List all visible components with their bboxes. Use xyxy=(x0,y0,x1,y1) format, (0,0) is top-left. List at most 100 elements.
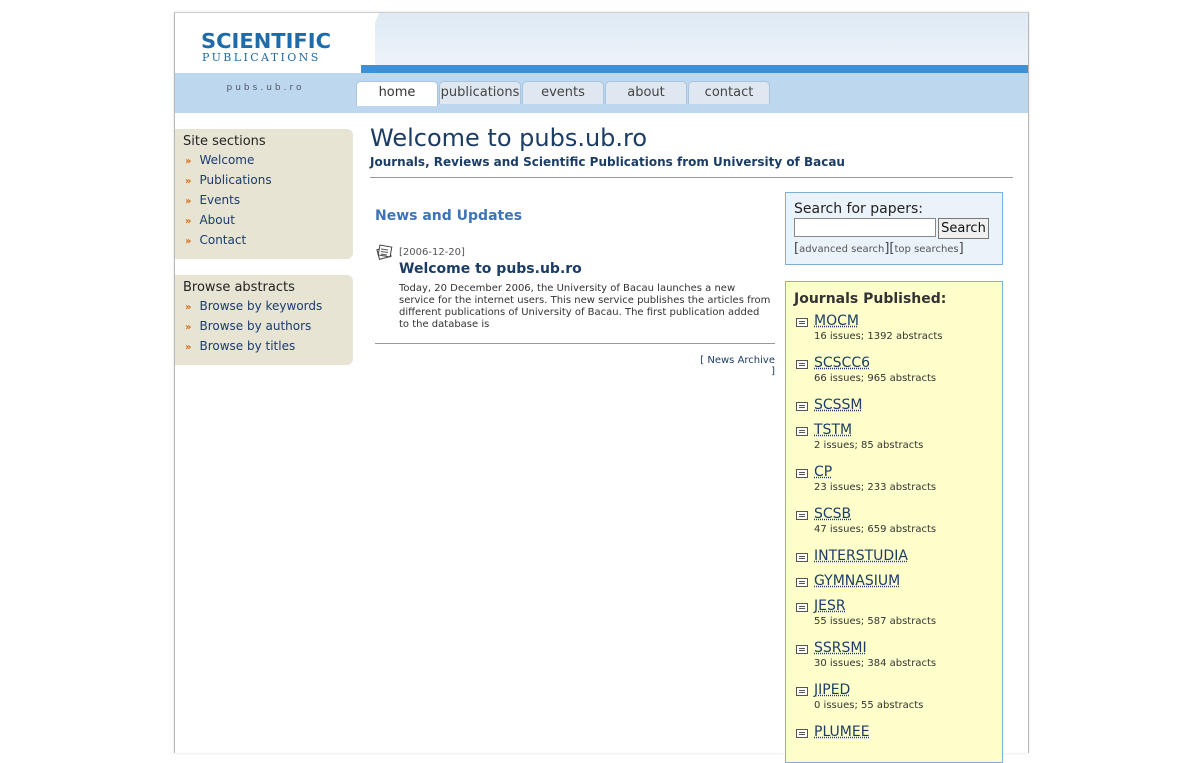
journal-item: SCSSM xyxy=(786,396,1002,421)
journal-item: PLUMEE xyxy=(786,723,1002,748)
journal-item: TSTM 2 issues; 85 abstracts xyxy=(786,421,1002,463)
journal-link[interactable]: SSRSMI xyxy=(814,639,1002,657)
page-subtitle: Journals, Reviews and Scientific Publica… xyxy=(370,155,845,169)
bullet-icon: » xyxy=(185,156,192,167)
journal-item: JESR 55 issues; 587 abstracts xyxy=(786,597,1002,639)
logo[interactable]: SCIENTIFIC PUBLICATIONS xyxy=(175,13,375,73)
journal-link[interactable]: JIPED xyxy=(814,681,1002,699)
news-divider xyxy=(375,343,775,344)
site-header: SCIENTIFIC PUBLICATIONS pubs.ub.ro home … xyxy=(175,13,1028,113)
browse-by-titles-link[interactable]: Browse by titles xyxy=(199,339,295,353)
sidebar-item-authors: » Browse by authors xyxy=(175,317,353,337)
page: SCIENTIFIC PUBLICATIONS pubs.ub.ro home … xyxy=(174,12,1029,763)
sidebar-item-titles: » Browse by titles xyxy=(175,337,353,357)
logo-subtitle: PUBLICATIONS xyxy=(202,51,321,64)
advanced-search-link[interactable]: advanced search xyxy=(799,244,884,255)
site-sections-box: Site sections » Welcome » Publications » Ev… xyxy=(175,129,353,259)
bracket-close: ] xyxy=(771,366,775,377)
journal-item: INTERSTUDIA xyxy=(786,547,1002,572)
sidebar-item-about: » About xyxy=(175,211,353,231)
journal-link[interactable]: MOCM xyxy=(814,312,1002,330)
sidebar-link-publications[interactable]: Publications xyxy=(199,173,271,187)
journal-stats: 30 issues; 384 abstracts xyxy=(814,658,937,669)
sidebar-link-welcome[interactable]: Welcome xyxy=(199,153,254,167)
journal-link[interactable]: TSTM xyxy=(814,421,1002,439)
journal-link[interactable]: PLUMEE xyxy=(814,723,1002,741)
journal-item: GYMNASIUM xyxy=(786,572,1002,597)
journal-link[interactable]: JESR xyxy=(814,597,1002,615)
journal-item: SCSB 47 issues; 659 abstracts xyxy=(786,505,1002,547)
journal-icon xyxy=(796,360,808,369)
title-divider xyxy=(370,177,1013,178)
journal-link[interactable]: SCSB xyxy=(814,505,1002,523)
search-box: Search for papers: Search [advanced sear… xyxy=(785,192,1003,265)
tab-contact[interactable]: contact xyxy=(688,81,770,104)
sidebar-item-contact: » Contact xyxy=(175,231,353,251)
journal-list: MOCM 16 issues; 1392 abstracts SCSCC6 66 i… xyxy=(786,312,1002,748)
search-links: [advanced search][top searches] xyxy=(794,241,964,256)
news-title-link[interactable]: Welcome to pubs.ub.ro xyxy=(399,261,582,277)
journal-icon xyxy=(796,645,808,654)
news-heading: News and Updates xyxy=(375,208,523,224)
search-input[interactable] xyxy=(794,218,936,237)
site-sections-list: » Welcome » Publications » Events » About » C… xyxy=(175,151,353,251)
journal-item: JIPED 0 issues; 55 abstracts xyxy=(786,681,1002,723)
journal-icon xyxy=(796,427,808,436)
sidebar-item-events: » Events xyxy=(175,191,353,211)
news-archive-link[interactable]: News Archive xyxy=(707,355,775,366)
top-searches-link[interactable]: top searches xyxy=(895,244,959,255)
journals-heading: Journals Published: xyxy=(794,291,947,307)
journal-item: SSRSMI 30 issues; 384 abstracts xyxy=(786,639,1002,681)
news-date: [2006-12-20] xyxy=(399,247,465,258)
journal-link[interactable]: SCSSM xyxy=(814,396,1002,414)
browse-by-keywords-link[interactable]: Browse by keywords xyxy=(199,299,322,313)
journal-item: CP 23 issues; 233 abstracts xyxy=(786,463,1002,505)
news-body: Today, 20 December 2006, the University … xyxy=(399,283,771,330)
sidebar-item-keywords: » Browse by keywords xyxy=(175,297,353,317)
journal-item: SCSCC6 66 issues; 965 abstracts xyxy=(786,354,1002,396)
tab-home[interactable]: home xyxy=(356,81,438,106)
journal-link[interactable]: GYMNASIUM xyxy=(814,572,1002,590)
browse-abstracts-heading: Browse abstracts xyxy=(183,280,295,295)
search-button[interactable]: Search xyxy=(938,218,989,239)
sidebar-item-publications: » Publications xyxy=(175,171,353,191)
sidebar-item-welcome: » Welcome xyxy=(175,151,353,171)
tab-events[interactable]: events xyxy=(522,81,604,104)
journal-icon xyxy=(796,511,808,520)
journal-icon xyxy=(796,469,808,478)
journal-icon xyxy=(796,318,808,327)
journal-link[interactable]: CP xyxy=(814,463,1002,481)
bullet-icon: » xyxy=(185,176,192,187)
bullet-icon: » xyxy=(185,216,192,227)
journal-icon xyxy=(796,578,808,587)
journals-box: Journals Published: MOCM 16 issues; 1392 … xyxy=(785,281,1003,763)
bracket-close: ] xyxy=(958,241,964,256)
sidebar-link-contact[interactable]: Contact xyxy=(199,233,246,247)
journal-stats: 16 issues; 1392 abstracts xyxy=(814,331,943,342)
journal-stats: 47 issues; 659 abstracts xyxy=(814,524,937,535)
newspaper-icon xyxy=(376,244,393,260)
sidebar-link-about[interactable]: About xyxy=(199,213,234,227)
journal-stats: 23 issues; 233 abstracts xyxy=(814,482,937,493)
browse-by-authors-link[interactable]: Browse by authors xyxy=(199,319,311,333)
bullet-icon: » xyxy=(185,302,192,313)
bullet-icon: » xyxy=(185,322,192,333)
tab-about[interactable]: about xyxy=(605,81,687,104)
journal-icon xyxy=(796,603,808,612)
journal-link[interactable]: INTERSTUDIA xyxy=(814,547,1002,565)
browse-abstracts-box: Browse abstracts » Browse by keywords » Br… xyxy=(175,275,353,365)
tab-publications[interactable]: publications xyxy=(439,81,521,104)
search-label: Search for papers: xyxy=(794,201,923,217)
journal-stats: 55 issues; 587 abstracts xyxy=(814,616,937,627)
journal-link[interactable]: SCSCC6 xyxy=(814,354,1002,372)
bullet-icon: » xyxy=(185,196,192,207)
site-url: pubs.ub.ro xyxy=(226,83,305,93)
logo-slant-decoration xyxy=(355,13,379,73)
sidebar-link-events[interactable]: Events xyxy=(199,193,240,207)
journal-stats: 0 issues; 55 abstracts xyxy=(814,700,924,711)
site-sections-heading: Site sections xyxy=(183,134,266,149)
journal-item: MOCM 16 issues; 1392 abstracts xyxy=(786,312,1002,354)
logo-wordmark: SCIENTIFIC xyxy=(201,29,331,53)
journal-icon xyxy=(796,687,808,696)
journal-stats: 66 issues; 965 abstracts xyxy=(814,373,937,384)
